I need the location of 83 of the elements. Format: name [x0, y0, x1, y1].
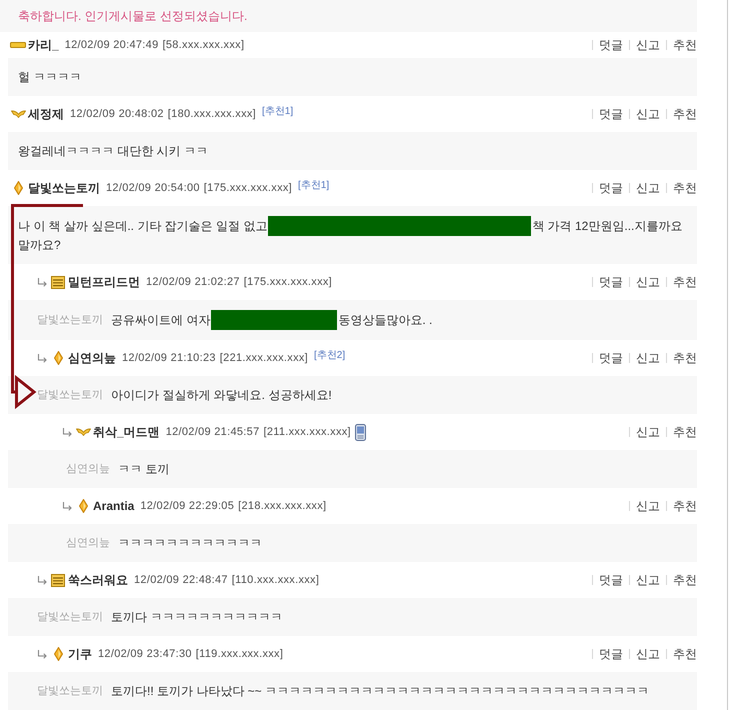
timestamp: 12/02/09 21:45:57: [166, 424, 260, 440]
action-link[interactable]: 신고: [636, 36, 660, 54]
action-link[interactable]: 신고: [636, 423, 660, 441]
ip-address: [175.xxx.xxx.xxx]: [244, 274, 332, 290]
recommend-count: [추천1]: [262, 104, 294, 118]
action-link[interactable]: 덧글: [599, 349, 623, 367]
reply-arrow-icon: [37, 576, 47, 584]
action-link[interactable]: 신고: [636, 497, 660, 515]
action-link[interactable]: 신고: [636, 349, 660, 367]
author-name[interactable]: 기쿠: [68, 645, 92, 663]
action-link[interactable]: 추천: [673, 36, 697, 54]
recommend-count: [추천1]: [298, 178, 330, 192]
bar-icon: [10, 42, 26, 48]
action-link[interactable]: 덧글: [599, 273, 623, 291]
author-name[interactable]: 심연의늪: [68, 349, 116, 367]
timestamp: 12/02/09 21:02:27: [146, 274, 240, 290]
timestamp: 12/02/09 21:10:23: [122, 350, 216, 366]
comment-text: 헐 ㅋㅋㅋㅋ: [18, 69, 82, 86]
comment-text: 토끼다!! 토끼가 나타났다 ~~ ㅋㅋㅋㅋㅋㅋㅋㅋㅋㅋㅋㅋㅋㅋㅋㅋㅋㅋㅋㅋㅋㅋㅋㅋㅋㅋㅋㅋㅋㅋㅋㅋ: [111, 683, 650, 700]
action-link[interactable]: 덧글: [599, 36, 623, 54]
comment-text: 말까요?: [18, 237, 61, 254]
action-link[interactable]: 덧글: [599, 571, 623, 589]
action-link[interactable]: 덧글: [599, 179, 623, 197]
author-name[interactable]: 취삭_머드맨: [93, 423, 160, 441]
comment-text: ㅋㅋㅋㅋㅋㅋㅋㅋㅋㅋㅋㅋ: [118, 535, 262, 552]
ip-address: [180.xxx.xxx.xxx]: [168, 106, 256, 122]
action-link[interactable]: 추천: [673, 571, 697, 589]
diamond-icon: [54, 647, 62, 661]
reply-arrow-icon: [37, 278, 47, 286]
action-link[interactable]: 신고: [636, 273, 660, 291]
reply-arrow-icon: [37, 354, 47, 362]
action-link[interactable]: 신고: [636, 645, 660, 663]
ip-address: [218.xxx.xxx.xxx]: [238, 498, 326, 514]
timestamp: 12/02/09 22:48:47: [134, 572, 228, 588]
author-name[interactable]: 세정제: [28, 105, 64, 123]
ip-address: [58.xxx.xxx.xxx]: [162, 38, 244, 53]
author-name[interactable]: 달빛쏘는토끼: [28, 179, 100, 197]
ip-address: [211.xxx.xxx.xxx]: [263, 424, 351, 440]
diamond-icon: [54, 351, 62, 365]
timestamp: 12/02/09 20:54:00: [106, 180, 200, 196]
comment-text: 공유싸이트에 여자: [111, 312, 210, 329]
author-name[interactable]: 밀턴프리드먼: [68, 273, 140, 291]
reply-arrow-icon: [62, 502, 72, 510]
action-link[interactable]: 추천: [673, 105, 697, 123]
author-name[interactable]: 쑥스러워요: [68, 571, 128, 589]
notice-text: 축하합니다. 인기게시물로 선정되셨습니다.: [18, 8, 248, 25]
author-name[interactable]: 카리_: [28, 36, 59, 54]
wings-icon: [10, 110, 26, 118]
timestamp: 12/02/09 20:47:49: [64, 38, 158, 53]
ip-address: [110.xxx.xxx.xxx]: [232, 572, 320, 588]
action-link[interactable]: 신고: [636, 105, 660, 123]
reply-arrow-icon: [62, 428, 72, 436]
lines-icon: [51, 574, 65, 586]
wings-icon: [76, 428, 90, 436]
ip-address: [119.xxx.xxx.xxx]: [196, 646, 284, 662]
timestamp: 12/02/09 23:47:30: [98, 646, 192, 662]
comment-text: 아이디가 절실하게 와닿네요. 성공하세요!: [111, 387, 332, 404]
action-link[interactable]: 신고: [636, 179, 660, 197]
comment-text: 왕걸레네ㅋㅋㅋㅋ 대단한 시키 ㅋㅋ: [18, 143, 208, 160]
action-link[interactable]: 추천: [673, 497, 697, 515]
action-link[interactable]: 덧글: [599, 105, 623, 123]
timestamp: 12/02/09 22:29:05: [140, 498, 234, 514]
action-link[interactable]: 추천: [673, 423, 697, 441]
comment-text: 동영상들많아요. .: [338, 312, 432, 329]
diamond-icon: [14, 181, 22, 195]
comment-text: 책 가격 12만원임...지를까요: [532, 218, 682, 235]
comment-text: 토끼다 ㅋㅋㅋㅋㅋㅋㅋㅋㅋㅋㅋ: [111, 609, 282, 626]
action-link[interactable]: 신고: [636, 571, 660, 589]
action-link[interactable]: 추천: [673, 179, 697, 197]
comment-text: 나 이 책 살까 싶은데.. 기타 잡기술은 일절 없고: [18, 218, 268, 235]
action-link[interactable]: 추천: [673, 273, 697, 291]
ip-address: [175.xxx.xxx.xxx]: [204, 180, 292, 196]
comment-text: ㅋㅋ 토끼: [118, 461, 170, 478]
action-link[interactable]: 추천: [673, 645, 697, 663]
reply-arrow-icon: [37, 650, 47, 658]
action-link[interactable]: 추천: [673, 349, 697, 367]
ip-address: [221.xxx.xxx.xxx]: [220, 350, 308, 366]
lines-icon: [51, 276, 65, 288]
action-link[interactable]: 덧글: [599, 645, 623, 663]
diamond-icon: [78, 499, 88, 513]
recommend-count: [추천2]: [314, 348, 346, 362]
author-name[interactable]: Arantia: [93, 497, 134, 515]
timestamp: 12/02/09 20:48:02: [70, 106, 164, 122]
